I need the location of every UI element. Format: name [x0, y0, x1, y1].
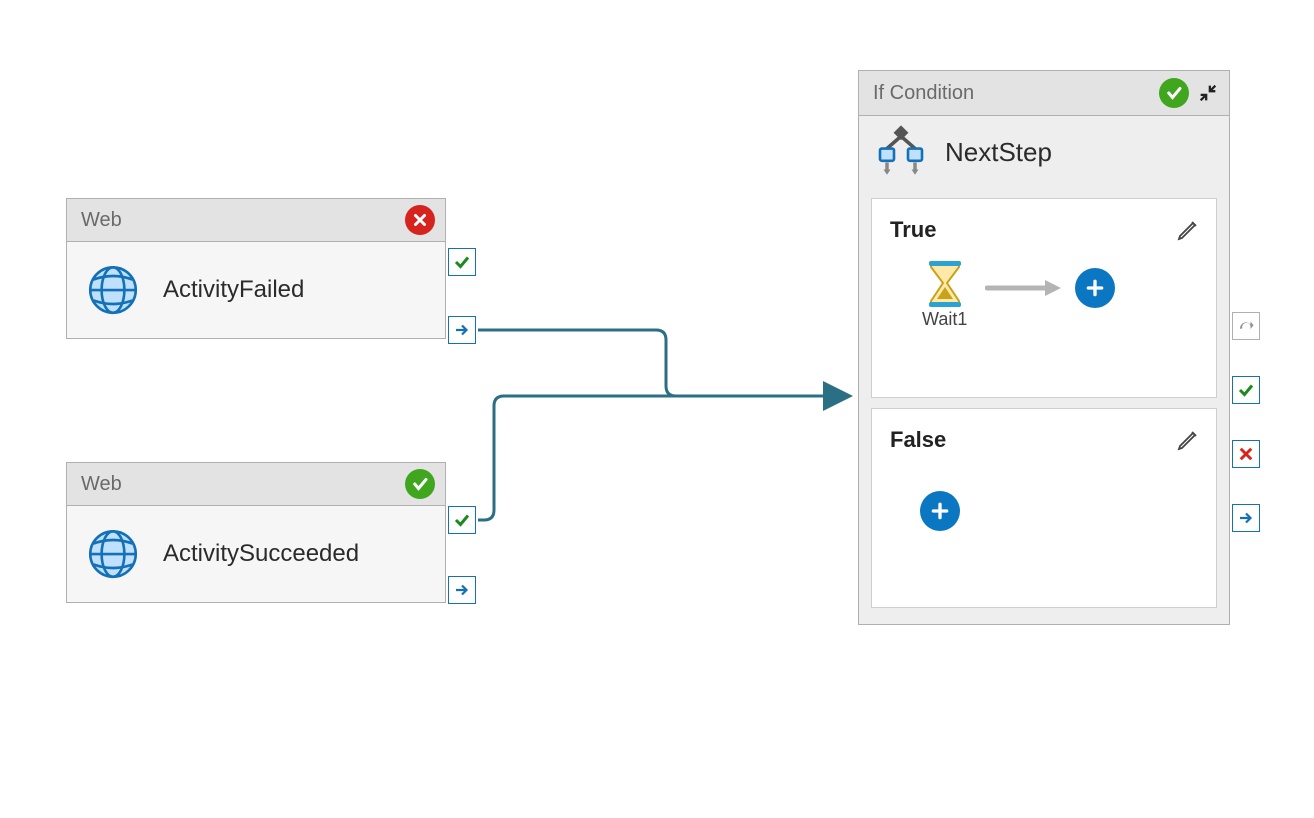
branch-activity[interactable]: Wait1: [922, 261, 967, 330]
connector-success-tab[interactable]: [448, 506, 476, 534]
palette-failure-tab[interactable]: [1232, 440, 1260, 468]
arrow-right-icon: [985, 278, 1065, 298]
branch-false-label: False: [890, 427, 946, 453]
activity-header[interactable]: Web: [67, 199, 445, 242]
wait-icon: [925, 261, 965, 307]
status-error-icon: [405, 205, 435, 235]
if-condition-name: NextStep: [945, 137, 1052, 168]
palette-skip-tab[interactable]: [1232, 312, 1260, 340]
if-condition-title[interactable]: NextStep: [859, 116, 1229, 188]
web-icon: [85, 262, 141, 318]
status-success-icon: [405, 469, 435, 499]
edit-icon[interactable]: [1176, 218, 1200, 242]
activity-header[interactable]: Web: [67, 463, 445, 506]
activity-type-label: Web: [81, 209, 405, 232]
activity-name: ActivityFailed: [163, 276, 304, 304]
activity-node[interactable]: Web ActivitySucceeded: [66, 462, 446, 603]
activity-node[interactable]: Web ActivityFailed: [66, 198, 446, 339]
status-success-icon: [1159, 78, 1189, 108]
edit-icon[interactable]: [1176, 428, 1200, 452]
branch-activity-name: Wait1: [922, 309, 967, 330]
if-condition-type-label: If Condition: [873, 82, 1159, 105]
add-activity-button[interactable]: [920, 491, 960, 531]
if-condition-icon: [873, 124, 929, 180]
connector-completion-tab[interactable]: [448, 576, 476, 604]
add-activity-button[interactable]: [1075, 268, 1115, 308]
if-condition-node[interactable]: If Condition NextStep: [858, 70, 1230, 625]
branch-false[interactable]: False: [871, 408, 1217, 608]
connector-completion-tab[interactable]: [448, 316, 476, 344]
activity-type-label: Web: [81, 473, 405, 496]
collapse-icon[interactable]: [1197, 82, 1219, 104]
palette-completion-tab[interactable]: [1232, 504, 1260, 532]
palette-success-tab[interactable]: [1232, 376, 1260, 404]
web-icon: [85, 526, 141, 582]
activity-body[interactable]: ActivitySucceeded: [67, 506, 445, 602]
pipeline-canvas[interactable]: Web ActivityFailed Web: [0, 0, 1314, 818]
connector-success-tab[interactable]: [448, 248, 476, 276]
branch-true-label: True: [890, 217, 936, 243]
activity-name: ActivitySucceeded: [163, 540, 359, 568]
activity-body[interactable]: ActivityFailed: [67, 242, 445, 338]
if-condition-header[interactable]: If Condition: [859, 71, 1229, 116]
branch-true[interactable]: True Wait1: [871, 198, 1217, 398]
